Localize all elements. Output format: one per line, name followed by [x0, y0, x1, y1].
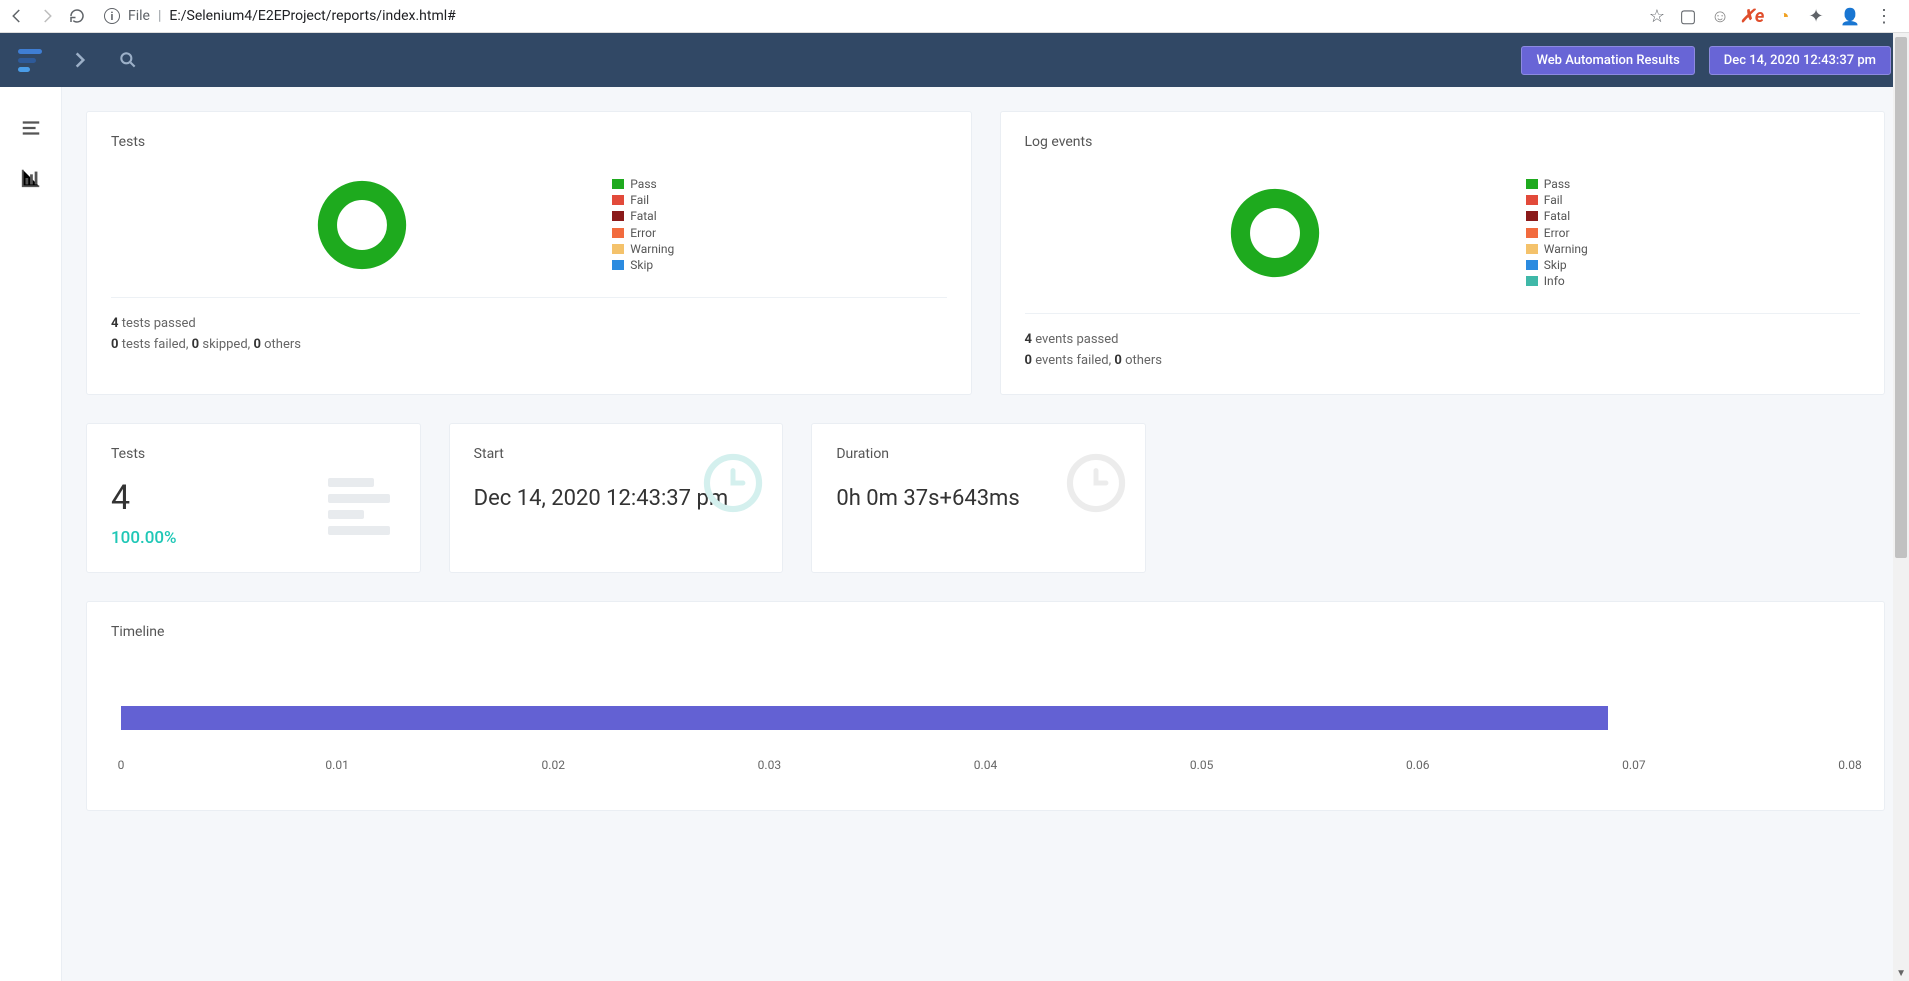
clock-icon	[702, 452, 764, 514]
log-donut-chart	[1227, 185, 1323, 281]
content-area: Tests PassFailFatalErrorWarningSkip 4 te…	[62, 87, 1909, 981]
legend-swatch	[1526, 179, 1538, 189]
axis-tick: 0.01	[325, 758, 348, 772]
timeline-bar	[121, 706, 1608, 730]
legend-item: Warning	[1526, 241, 1860, 257]
timeline-axis: 00.010.020.030.040.050.060.070.08	[121, 758, 1850, 778]
scrollbar-thumb[interactable]	[1895, 37, 1907, 558]
legend-swatch	[612, 244, 624, 254]
legend-item: Warning	[612, 241, 946, 257]
axis-tick: 0.03	[758, 758, 781, 772]
reload-button[interactable]	[68, 7, 86, 25]
tests-card: Tests PassFailFatalErrorWarningSkip 4 te…	[86, 111, 972, 395]
tests-legend: PassFailFatalErrorWarningSkip	[612, 176, 946, 273]
legend-item: Fatal	[612, 208, 946, 224]
legend-swatch	[1526, 195, 1538, 205]
profile-avatar-icon[interactable]: 👤	[1839, 5, 1861, 27]
legend-label: Pass	[630, 176, 656, 192]
tests-card-footer: 4 tests passed 0 tests failed, 0 skipped…	[111, 297, 947, 356]
tests-donut-chart	[314, 177, 410, 273]
timeline-card: Timeline 0 0.01 0.02 0.03 0.04 0.05 0.06 0.07 0.…	[86, 601, 1885, 811]
axis-tick: 0.02	[542, 758, 565, 772]
tests-stat-card: Tests 4 100.00%	[86, 423, 421, 573]
legend-label: Skip	[1544, 257, 1567, 273]
tests-stat-title: Tests	[111, 446, 396, 462]
extension-icon-3[interactable]: ✗e	[1743, 7, 1761, 25]
legend-swatch	[612, 228, 624, 238]
legend-label: Error	[1544, 225, 1570, 241]
legend-swatch	[612, 260, 624, 270]
log-legend: PassFailFatalErrorWarningSkipInfo	[1526, 176, 1860, 289]
forward-button[interactable]	[38, 7, 56, 25]
start-stat-card: Start Dec 14, 2020 12:43:37 pm	[449, 423, 784, 573]
legend-item: Info	[1526, 273, 1860, 289]
extension-icon-2[interactable]: ☺	[1711, 7, 1729, 25]
timeline-title: Timeline	[111, 624, 1860, 640]
legend-swatch	[612, 179, 624, 189]
axis-tick: 0.04	[974, 758, 997, 772]
tests-card-title: Tests	[111, 134, 947, 150]
axis-tick: 0.07	[1622, 758, 1645, 772]
timestamp-badge[interactable]: Dec 14, 2020 12:43:37 pm	[1709, 46, 1891, 75]
chrome-toolbar-icons: ☆ ▢ ☺ ✗e ◔ ✦ 👤 ⋮	[1649, 5, 1901, 27]
extensions-puzzle-icon[interactable]: ✦	[1807, 7, 1825, 25]
legend-swatch	[1526, 260, 1538, 270]
browser-chrome: i File | E:/Selenium4/E2EProject/reports…	[0, 0, 1909, 33]
axis-tick: 0	[118, 758, 125, 772]
legend-label: Error	[630, 225, 656, 241]
legend-item: Pass	[1526, 176, 1860, 192]
legend-label: Fail	[630, 192, 649, 208]
axis-tick: 0.08	[1838, 758, 1861, 772]
clock-icon	[1065, 452, 1127, 514]
legend-label: Warning	[1544, 241, 1588, 257]
legend-swatch	[1526, 228, 1538, 238]
extension-icon-4[interactable]: ◔	[1775, 7, 1793, 25]
sidebar-chart-icon[interactable]	[20, 167, 42, 189]
search-icon[interactable]	[118, 50, 138, 70]
legend-item: Fatal	[1526, 208, 1860, 224]
log-events-card: Log events PassFailFatalErrorWarningSkip…	[1000, 111, 1886, 395]
app-header: Web Automation Results Dec 14, 2020 12:4…	[0, 33, 1909, 87]
legend-label: Warning	[630, 241, 674, 257]
legend-item: Skip	[1526, 257, 1860, 273]
legend-label: Skip	[630, 257, 653, 273]
legend-swatch	[1526, 276, 1538, 286]
file-label: File	[128, 8, 150, 24]
address-bar[interactable]: i File | E:/Selenium4/E2EProject/reports…	[98, 8, 1637, 24]
legend-label: Fatal	[630, 208, 656, 224]
info-icon: i	[104, 8, 120, 24]
url-text: E:/Selenium4/E2EProject/reports/index.ht…	[169, 8, 455, 24]
legend-label: Pass	[1544, 176, 1570, 192]
legend-swatch	[1526, 244, 1538, 254]
log-card-title: Log events	[1025, 134, 1861, 150]
axis-tick: 0.05	[1190, 758, 1213, 772]
chrome-menu-icon[interactable]: ⋮	[1875, 6, 1893, 27]
legend-swatch	[612, 211, 624, 221]
legend-label: Fatal	[1544, 208, 1570, 224]
sidebar	[0, 87, 62, 981]
scrollbar[interactable]: ▲ ▼	[1893, 33, 1909, 981]
bookmark-icon[interactable]: ☆	[1649, 6, 1665, 27]
extension-icon-1[interactable]: ▢	[1679, 7, 1697, 25]
chevron-right-icon[interactable]	[70, 50, 90, 70]
skeleton-icon	[328, 478, 390, 535]
back-button[interactable]	[8, 7, 26, 25]
app-logo-icon[interactable]	[18, 49, 42, 72]
sidebar-list-icon[interactable]	[20, 117, 42, 139]
legend-label: Fail	[1544, 192, 1563, 208]
legend-item: Error	[612, 225, 946, 241]
scroll-down-icon[interactable]: ▼	[1896, 968, 1906, 979]
results-badge[interactable]: Web Automation Results	[1521, 46, 1694, 75]
axis-tick: 0.06	[1406, 758, 1429, 772]
legend-item: Fail	[1526, 192, 1860, 208]
legend-item: Skip	[612, 257, 946, 273]
log-card-footer: 4 events passed 0 events failed, 0 other…	[1025, 313, 1861, 372]
legend-swatch	[1526, 211, 1538, 221]
legend-item: Fail	[612, 192, 946, 208]
legend-label: Info	[1544, 273, 1565, 289]
legend-swatch	[612, 195, 624, 205]
legend-item: Pass	[612, 176, 946, 192]
duration-stat-card: Duration 0h 0m 37s+643ms	[811, 423, 1146, 573]
legend-item: Error	[1526, 225, 1860, 241]
